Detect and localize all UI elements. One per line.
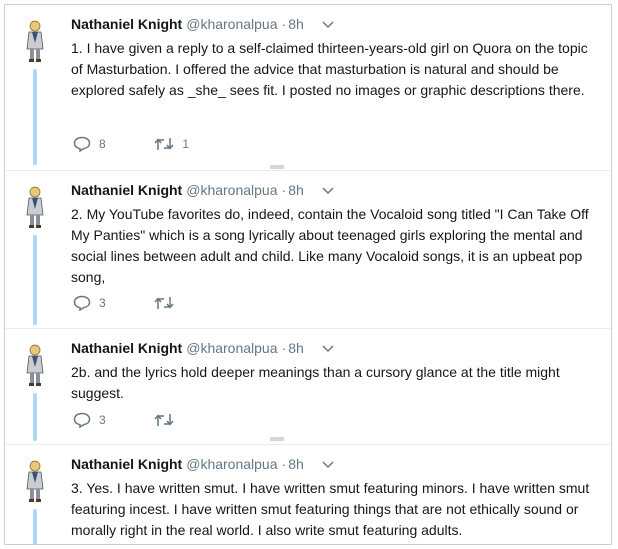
timestamp[interactable]: 8h (288, 16, 304, 32)
chevron-down-icon[interactable] (322, 21, 334, 29)
reply-count: 8 (99, 137, 106, 151)
timestamp[interactable]: 8h (288, 182, 304, 198)
username[interactable]: @kharonalpua (186, 182, 277, 198)
display-name[interactable]: Nathaniel Knight (71, 340, 182, 356)
thread-container: Nathaniel Knight @kharonalpua · 8h 1. I hav… (4, 4, 612, 545)
reply-button[interactable]: 8 (73, 136, 151, 152)
reply-count: 3 (99, 413, 106, 427)
username[interactable]: @kharonalpua (186, 340, 277, 356)
avatar[interactable] (21, 19, 49, 63)
tweet-actions: 3 (73, 295, 214, 311)
tweet-actions: 3 (73, 412, 214, 428)
tweet-text: 3. Yes. I have written smut. I have writ… (71, 480, 590, 538)
reply-count: 3 (99, 296, 106, 310)
username[interactable]: @kharonalpua (186, 16, 277, 32)
tweet-header: Nathaniel Knight @kharonalpua · 8h (71, 181, 334, 199)
reply-button[interactable]: 3 (73, 412, 151, 428)
chevron-down-icon[interactable] (322, 461, 334, 469)
thread-connector (33, 235, 37, 325)
retweet-icon (154, 414, 174, 426)
thread-connector (33, 393, 37, 441)
display-name[interactable]: Nathaniel Knight (71, 182, 182, 198)
thread-separator-icon (270, 165, 284, 169)
tweet-header: Nathaniel Knight @kharonalpua · 8h (71, 455, 334, 473)
thread-separator-icon (270, 437, 284, 441)
separator-dot: · (281, 16, 287, 32)
reply-button[interactable]: 3 (73, 295, 151, 311)
tweet[interactable]: Nathaniel Knight @kharonalpua · 8h 3. Yes. … (5, 445, 611, 544)
retweet-icon (154, 138, 174, 150)
reply-icon (73, 136, 91, 152)
display-name[interactable]: Nathaniel Knight (71, 456, 182, 472)
avatar[interactable] (21, 343, 49, 387)
retweet-icon (154, 297, 174, 309)
thread-connector (33, 69, 37, 165)
retweet-button[interactable]: 1 (154, 136, 214, 152)
retweet-count: 1 (182, 137, 190, 151)
retweet-button[interactable] (154, 295, 214, 311)
timestamp[interactable]: 8h (288, 340, 304, 356)
tweet-text: 2. My YouTube favorites do, indeed, cont… (71, 206, 589, 285)
retweet-button[interactable] (154, 412, 214, 428)
thread-connector (33, 509, 37, 544)
chevron-down-icon[interactable] (322, 187, 334, 195)
tweet[interactable]: Nathaniel Knight @kharonalpua · 8h 1. I hav… (5, 5, 611, 171)
avatar[interactable] (21, 185, 49, 229)
separator-dot: · (281, 456, 287, 472)
separator-dot: · (281, 340, 287, 356)
tweet-text: 1. I have given a reply to a self-claime… (71, 40, 588, 98)
separator-dot: · (281, 182, 287, 198)
tweet[interactable]: Nathaniel Knight @kharonalpua · 8h 2b. and … (5, 329, 611, 445)
tweet[interactable]: Nathaniel Knight @kharonalpua · 8h 2. My Yo… (5, 171, 611, 329)
tweet-header: Nathaniel Knight @kharonalpua · 8h (71, 339, 334, 357)
chevron-down-icon[interactable] (322, 345, 334, 353)
tweet-text: 2b. and the lyrics hold deeper meanings … (71, 364, 560, 401)
timestamp[interactable]: 8h (288, 456, 304, 472)
display-name[interactable]: Nathaniel Knight (71, 16, 182, 32)
avatar[interactable] (21, 459, 49, 503)
tweet-header: Nathaniel Knight @kharonalpua · 8h (71, 15, 334, 33)
tweet-actions: 8 1 (73, 136, 214, 152)
reply-icon (73, 295, 91, 311)
reply-icon (73, 412, 91, 428)
username[interactable]: @kharonalpua (186, 456, 277, 472)
